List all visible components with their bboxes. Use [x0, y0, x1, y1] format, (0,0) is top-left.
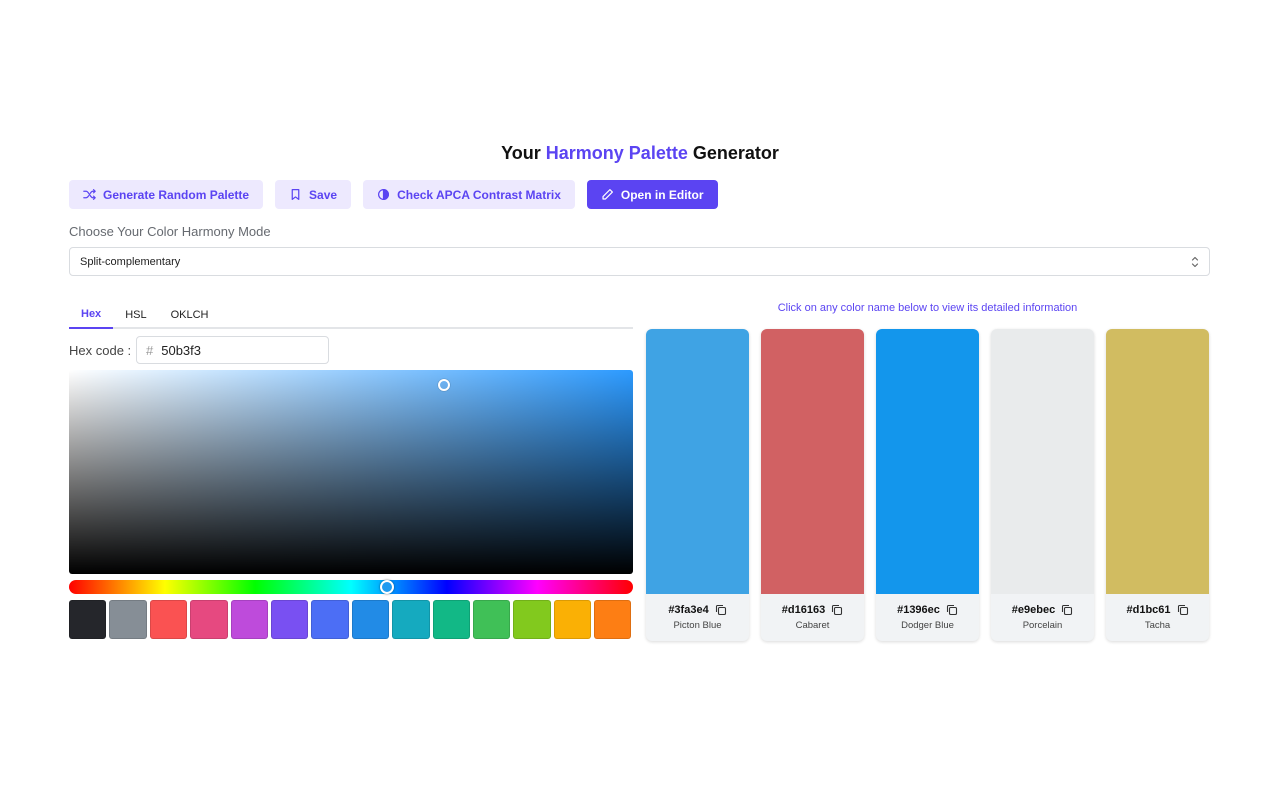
- palette-color-swatch[interactable]: [761, 329, 864, 594]
- palette-color-meta: #e9ebec Porcelain: [991, 594, 1094, 641]
- palette-color-hex: #d16163: [781, 604, 826, 616]
- hex-code-row: Hex code : # 50b3f3: [69, 336, 329, 364]
- palette-color-hex: #e9ebec: [1011, 604, 1056, 616]
- tab-oklch[interactable]: OKLCH: [159, 300, 221, 329]
- palette-color-meta: #3fa3e4 Picton Blue: [646, 594, 749, 641]
- palette-color-name[interactable]: Dodger Blue: [901, 620, 954, 631]
- hue-slider[interactable]: [69, 580, 633, 594]
- page-title: Your Harmony Palette Generator: [0, 143, 1280, 164]
- palette-color-name[interactable]: Porcelain: [1023, 620, 1063, 631]
- palette-color-swatch[interactable]: [876, 329, 979, 594]
- palette-color-hex-row: #e9ebec: [1012, 604, 1073, 616]
- copy-icon[interactable]: [1061, 604, 1073, 616]
- save-button[interactable]: Save: [275, 180, 352, 209]
- color-format-tabs: Hex HSL OKLCH: [69, 300, 633, 329]
- palette-color-swatch[interactable]: [1106, 329, 1209, 594]
- preset-swatch[interactable]: [432, 600, 470, 639]
- contrast-icon: [378, 189, 390, 200]
- preset-swatches: [69, 600, 633, 639]
- palette-color-swatch[interactable]: [646, 329, 749, 594]
- harmony-mode-label: Choose Your Color Harmony Mode: [69, 224, 271, 239]
- palette-color-name[interactable]: Picton Blue: [673, 620, 721, 631]
- select-chevrons-icon: [1191, 256, 1199, 268]
- check-apca-contrast-label: Check APCA Contrast Matrix: [397, 187, 561, 202]
- hex-code-input[interactable]: # 50b3f3: [136, 336, 329, 364]
- palette-hint: Click on any color name below to view it…: [777, 302, 1078, 314]
- palette-color-hex-row: #d1bc61: [1126, 604, 1188, 616]
- preset-swatch[interactable]: [149, 600, 188, 639]
- palette-color-meta: #d1bc61 Tacha: [1106, 594, 1209, 641]
- bookmark-icon: [291, 189, 300, 200]
- pencil-icon: [602, 189, 613, 200]
- palette-color-hex: #d1bc61: [1126, 604, 1171, 616]
- palette-color-swatch[interactable]: [991, 329, 1094, 594]
- hue-slider-thumb[interactable]: [380, 580, 394, 594]
- generate-random-palette-label: Generate Random Palette: [103, 187, 250, 202]
- hex-hash-prefix: #: [146, 342, 154, 358]
- title-suffix: Generator: [692, 143, 779, 163]
- saturation-picker-thumb[interactable]: [438, 379, 450, 391]
- preset-swatch[interactable]: [190, 600, 228, 639]
- preset-swatch[interactable]: [230, 600, 268, 639]
- save-label: Save: [309, 187, 338, 202]
- toolbar: Generate Random Palette Save Check APCA …: [69, 180, 718, 209]
- open-in-editor-label: Open in Editor: [620, 187, 704, 202]
- title-accent: Harmony Palette: [545, 143, 688, 163]
- generate-random-palette-button[interactable]: Generate Random Palette: [69, 180, 264, 209]
- tab-hex[interactable]: Hex: [69, 300, 114, 329]
- preset-swatch[interactable]: [69, 600, 107, 639]
- palette-color-card[interactable]: #3fa3e4 Picton Blue: [646, 329, 749, 641]
- palette-color-hex-row: #3fa3e4: [668, 604, 726, 616]
- palette-cards: #3fa3e4 Picton Blue #d16163 Cabaret #1396ec D…: [646, 329, 1210, 641]
- hex-code-value: 50b3f3: [161, 342, 201, 358]
- palette-color-meta: #d16163 Cabaret: [761, 594, 864, 641]
- palette-color-hex-row: #d16163: [782, 604, 843, 616]
- preset-swatch[interactable]: [553, 600, 592, 639]
- shuffle-icon: [83, 189, 96, 200]
- palette-color-meta: #1396ec Dodger Blue: [876, 594, 979, 641]
- palette-color-hex: #3fa3e4: [668, 604, 709, 616]
- preset-swatch[interactable]: [311, 600, 349, 639]
- preset-swatch[interactable]: [594, 600, 632, 639]
- palette-color-card[interactable]: #d1bc61 Tacha: [1106, 329, 1209, 641]
- title-prefix: Your: [501, 143, 541, 163]
- hex-code-label: Hex code :: [69, 342, 132, 358]
- preset-swatch[interactable]: [392, 600, 430, 639]
- tab-hsl[interactable]: HSL: [113, 300, 158, 329]
- copy-icon[interactable]: [1177, 604, 1189, 616]
- open-in-editor-button[interactable]: Open in Editor: [586, 180, 718, 209]
- palette-color-name[interactable]: Cabaret: [796, 620, 830, 631]
- check-apca-contrast-button[interactable]: Check APCA Contrast Matrix: [363, 180, 575, 209]
- palette-color-card[interactable]: #e9ebec Porcelain: [991, 329, 1094, 641]
- preset-swatch[interactable]: [270, 600, 309, 639]
- saturation-value-picker[interactable]: [69, 370, 633, 574]
- preset-swatch[interactable]: [472, 600, 511, 639]
- harmony-mode-select[interactable]: Split-complementary: [69, 247, 1210, 276]
- copy-icon[interactable]: [715, 604, 727, 616]
- palette-color-hex: #1396ec: [897, 604, 940, 616]
- palette-color-hex-row: #1396ec: [897, 604, 958, 616]
- harmony-mode-value: Split-complementary: [80, 255, 181, 268]
- palette-color-name[interactable]: Tacha: [1145, 620, 1170, 631]
- copy-icon[interactable]: [946, 604, 958, 616]
- preset-swatch[interactable]: [109, 600, 147, 639]
- preset-swatch[interactable]: [513, 600, 551, 639]
- preset-swatch[interactable]: [351, 600, 390, 639]
- palette-color-card[interactable]: #d16163 Cabaret: [761, 329, 864, 641]
- palette-color-card[interactable]: #1396ec Dodger Blue: [876, 329, 979, 641]
- copy-icon[interactable]: [831, 604, 843, 616]
